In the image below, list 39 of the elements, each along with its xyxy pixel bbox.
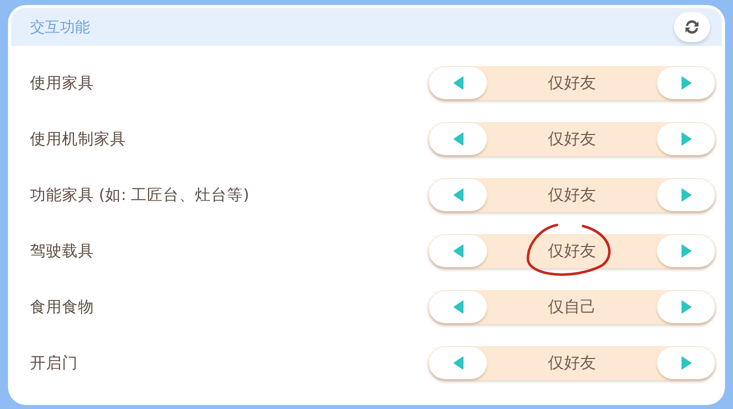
next-button[interactable] (657, 67, 715, 99)
previous-button[interactable] (429, 291, 487, 323)
right-triangle-icon (680, 188, 692, 202)
left-triangle-icon (452, 132, 464, 146)
option-value: 仅好友 (548, 184, 596, 206)
option-value: 仅好友 (548, 352, 596, 374)
next-button[interactable] (657, 123, 715, 155)
previous-button[interactable] (429, 179, 487, 211)
previous-button[interactable] (429, 347, 487, 379)
next-button[interactable] (657, 347, 715, 379)
left-triangle-icon (452, 300, 464, 314)
option-value: 仅自己 (548, 296, 596, 318)
left-triangle-icon (452, 356, 464, 370)
left-triangle-icon (452, 76, 464, 90)
row-label: 驾驶载具 (30, 240, 94, 262)
right-triangle-icon (680, 76, 692, 90)
refresh-icon (683, 19, 701, 35)
right-triangle-icon (680, 132, 692, 146)
left-triangle-icon (452, 244, 464, 258)
refresh-button[interactable] (674, 12, 710, 42)
right-triangle-icon (680, 300, 692, 314)
previous-button[interactable] (429, 123, 487, 155)
option-value: 仅好友 (548, 240, 596, 262)
right-triangle-icon (680, 356, 692, 370)
panel-title: 交互功能 (30, 18, 90, 36)
left-triangle-icon (452, 188, 464, 202)
next-button[interactable] (657, 179, 715, 211)
row-label: 食用食物 (30, 296, 94, 318)
option-value: 仅好友 (548, 72, 596, 94)
previous-button[interactable] (429, 235, 487, 267)
next-button[interactable] (657, 235, 715, 267)
row-label: 开启门 (30, 352, 78, 374)
row-label: 使用机制家具 (30, 128, 126, 150)
option-value: 仅好友 (548, 128, 596, 150)
right-triangle-icon (680, 244, 692, 258)
next-button[interactable] (657, 291, 715, 323)
row-label: 使用家具 (30, 72, 94, 94)
row-label: 功能家具 (如: 工匠台、灶台等) (30, 184, 250, 206)
previous-button[interactable] (429, 67, 487, 99)
